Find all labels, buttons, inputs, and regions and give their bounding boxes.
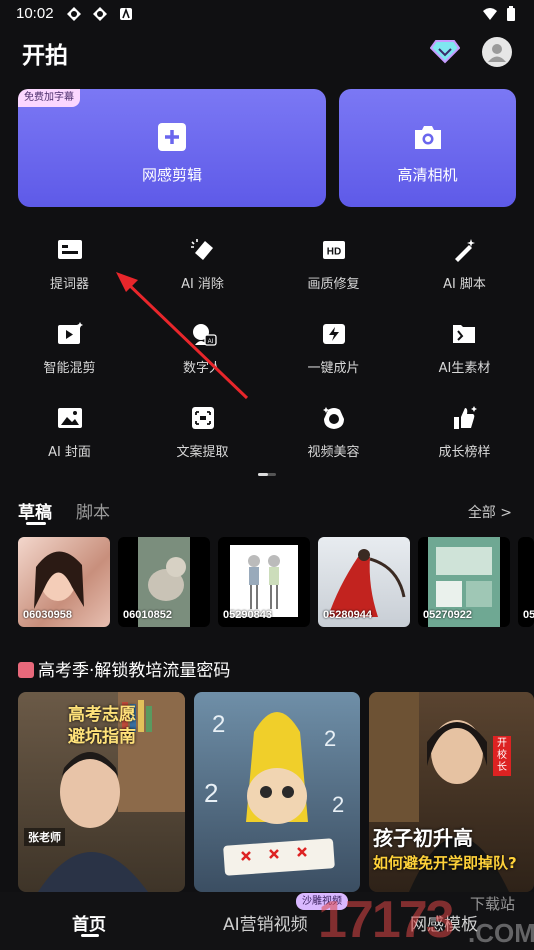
template-line2: 如何避免开学即掉队? — [373, 854, 517, 872]
wifi-icon — [483, 8, 497, 20]
tool-label: AI 脚本 — [443, 277, 486, 292]
beauty-icon — [322, 407, 344, 429]
template-thumbnail: 2 2 2 2 — [204, 711, 344, 876]
tab-scripts[interactable]: 脚本 — [76, 498, 110, 523]
tool-ai-script[interactable]: AI 脚本 — [398, 231, 531, 301]
free-subtitle-badge: 免费加字幕 — [18, 89, 80, 107]
watermark-text: 下载站 — [470, 895, 516, 913]
tab-drafts[interactable]: 草稿 — [18, 498, 52, 523]
draft-item[interactable]: 06030958 — [18, 537, 110, 627]
template-line2: 避坑指南 — [68, 727, 136, 747]
digital-human-icon: AI — [192, 324, 217, 346]
draft-item[interactable]: 05290843 — [218, 537, 310, 627]
tool-label: 一键成片 — [307, 361, 360, 376]
tool-label: 数字人 — [182, 361, 222, 376]
hd-icon: HD — [322, 241, 345, 259]
tool-label: AI生素材 — [438, 361, 491, 376]
tool-quality-repair[interactable]: HD 画质修复 — [267, 231, 400, 301]
svg-text:HD: HD — [326, 247, 340, 258]
template-card[interactable]: 2 2 2 2 — [194, 692, 360, 892]
template-card[interactable]: 开校长 孩子初升高 如何避免开学即掉队? — [369, 692, 534, 892]
book-icon — [18, 662, 34, 678]
draft-code: 05 — [523, 609, 534, 621]
nav-home[interactable]: 首页 — [72, 910, 106, 935]
draft-code: 05280944 — [323, 609, 372, 621]
ai-material-icon: AI — [452, 325, 475, 345]
tool-label: 成长榜样 — [438, 445, 491, 460]
template-line1: 孩子初升高 — [373, 826, 473, 850]
tool-ai-material[interactable]: AI AI生素材 — [398, 315, 531, 385]
tool-label: 视频美容 — [307, 445, 360, 460]
hd-camera-label: 高清相机 — [397, 166, 458, 184]
tool-label: 智能混剪 — [43, 361, 96, 376]
svg-text:2: 2 — [212, 711, 225, 738]
section-title-text: 高考季·解锁教培流量密码 — [38, 661, 231, 681]
tool-one-click[interactable]: 一键成片 — [267, 315, 400, 385]
tool-label: 文案提取 — [176, 445, 229, 460]
hd-camera-card[interactable]: 高清相机 — [339, 89, 516, 207]
template-card[interactable]: 高考志愿 避坑指南 张老师 — [18, 692, 185, 892]
tool-ai-cover[interactable]: AI 封面 — [3, 399, 136, 469]
avatar[interactable] — [482, 37, 512, 67]
bottom-nav: 首页 AI营销视频 沙雕视频 网感模板 — [0, 892, 534, 950]
drafts-tabs: 草稿 脚本 全部 > — [0, 495, 534, 529]
app-notification-icon — [93, 7, 107, 21]
draft-code: 06030958 — [23, 609, 72, 621]
tool-text-extract[interactable]: 文案提取 — [136, 399, 269, 469]
tool-teleprompter[interactable]: 提词器 — [3, 231, 136, 301]
netfeel-edit-card[interactable]: 免费加字幕 网感剪辑 — [18, 89, 326, 207]
image-icon — [57, 408, 82, 428]
teleprompter-icon — [57, 240, 82, 259]
draft-item[interactable]: 05280944 — [318, 537, 410, 627]
tool-ai-erase[interactable]: AI 消除 — [136, 231, 269, 301]
status-bar: 10:02 — [0, 0, 534, 30]
scan-text-icon — [191, 407, 214, 429]
svg-text:AI: AI — [467, 338, 474, 345]
see-all-link[interactable]: 全部 > — [468, 502, 512, 522]
draft-code: 05270922 — [423, 609, 472, 621]
page-indicator — [258, 473, 276, 476]
tool-smart-mix[interactable]: 智能混剪 — [3, 315, 136, 385]
vip-diamond-icon[interactable] — [430, 38, 460, 64]
tool-growth-ranking[interactable]: 成长榜样 — [398, 399, 531, 469]
thumbs-up-icon — [453, 406, 477, 429]
draft-item[interactable]: 06010852 — [118, 537, 210, 627]
watermark-domain: .COM — [468, 918, 534, 948]
camera-icon — [414, 126, 441, 149]
app-notification-icon — [67, 7, 81, 21]
draft-code: 06010852 — [123, 609, 172, 621]
play-clip-icon — [57, 322, 83, 344]
svg-text:2: 2 — [204, 778, 218, 808]
tool-digital-human[interactable]: AI 数字人 — [136, 315, 269, 385]
template-name-tag: 张老师 — [24, 828, 65, 846]
app-header: 开拍 — [0, 30, 534, 80]
user-icon — [488, 44, 506, 62]
magic-wand-icon — [454, 239, 475, 262]
lightning-icon — [322, 324, 345, 344]
tab-indicator — [26, 522, 46, 525]
status-time: 10:02 — [16, 5, 54, 22]
battery-icon — [507, 6, 515, 21]
draft-code: 05290843 — [223, 609, 272, 621]
nav-indicator — [81, 934, 99, 937]
tool-label: AI 消除 — [181, 277, 224, 292]
watermark-logo: 17173 — [318, 891, 455, 949]
page-title: 开拍 — [22, 43, 68, 69]
nav-ai-marketing-video[interactable]: AI营销视频 — [223, 910, 308, 935]
svg-text:AI: AI — [207, 339, 213, 345]
netfeel-edit-label: 网感剪辑 — [141, 166, 202, 184]
tool-label: 提词器 — [49, 277, 89, 292]
svg-text:2: 2 — [332, 792, 344, 817]
draft-item[interactable]: 05 — [518, 537, 534, 627]
svg-text:2: 2 — [324, 726, 336, 751]
tool-label: 画质修复 — [307, 277, 360, 292]
tool-label: AI 封面 — [48, 445, 91, 460]
add-clip-icon — [158, 123, 186, 151]
font-notification-icon — [120, 7, 132, 20]
eraser-icon — [190, 239, 213, 260]
draft-item[interactable]: 05270922 — [418, 537, 510, 627]
section-title: 高考季·解锁教培流量密码 — [18, 656, 230, 681]
template-side-badge: 开校长 — [493, 736, 511, 776]
tool-video-beauty[interactable]: 视频美容 — [267, 399, 400, 469]
